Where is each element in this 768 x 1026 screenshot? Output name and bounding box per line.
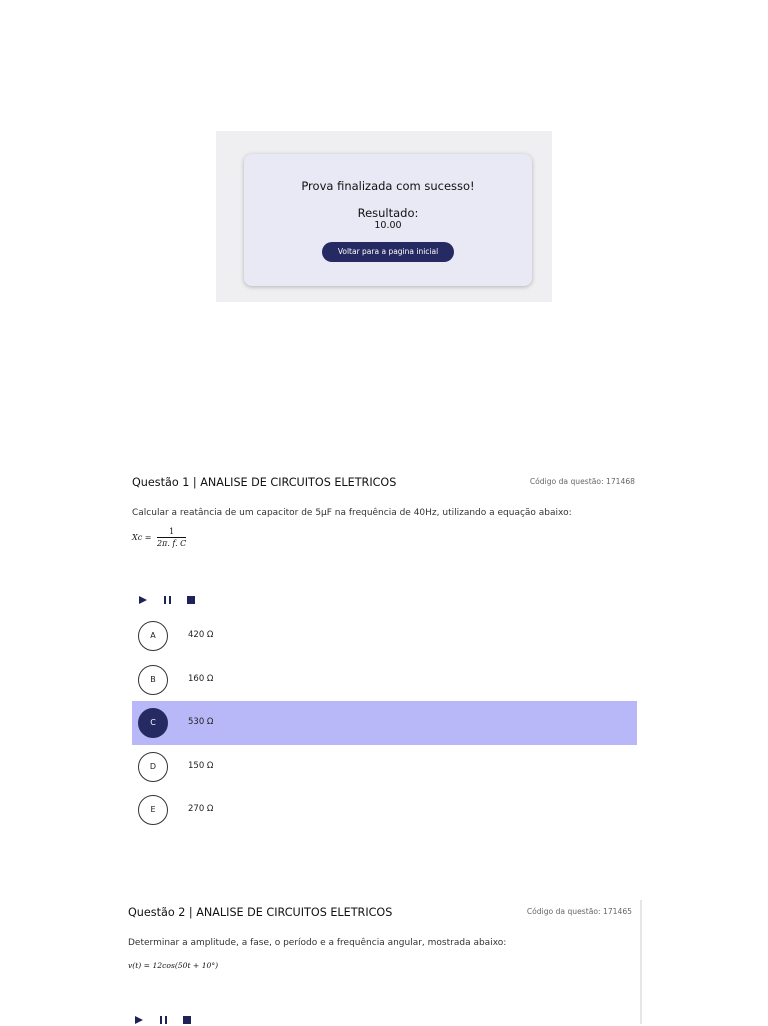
stop-icon[interactable]: [181, 1014, 193, 1026]
option-letter: D: [138, 751, 168, 782]
play-icon[interactable]: [133, 1014, 145, 1026]
option-e[interactable]: E 270 Ω: [132, 788, 637, 832]
option-letter: E: [138, 795, 168, 825]
option-letter: A: [138, 621, 168, 651]
option-text: 160 Ω: [188, 673, 214, 684]
answer-options: A 420 Ω B 160 Ω C 530 Ω D 150 Ω E 270 Ω: [132, 614, 637, 832]
option-letter: C: [138, 708, 168, 738]
question-statement: Determinar a amplitude, a fase, o períod…: [128, 938, 507, 948]
option-text: 530 Ω: [188, 717, 214, 727]
question-1: Questão 1 | ANALISE DE CIRCUITOS ELETRIC…: [132, 470, 637, 830]
stop-icon[interactable]: [185, 594, 197, 606]
result-value: 10.00: [374, 220, 402, 231]
question-2: Questão 2 | ANALISE DE CIRCUITOS ELETRIC…: [128, 900, 642, 1024]
back-to-home-button[interactable]: Voltar para a pagina inicial: [322, 242, 454, 262]
formula-numerator: 1: [156, 527, 187, 538]
result-panel: Prova finalizada com sucesso! Resultado:…: [216, 131, 552, 302]
option-text: 420 Ω: [188, 630, 214, 640]
question-code: Código da questão: 171465: [526, 907, 632, 916]
formula-denominator: 2π. f. C: [156, 539, 187, 548]
reactance-formula: Xc = 1 2π. f. C: [132, 527, 187, 548]
option-text: 150 Ω: [188, 760, 214, 771]
question-statement: Calcular a reatância de um capacitor de …: [132, 508, 572, 518]
pause-icon[interactable]: [157, 1014, 169, 1026]
voltage-formula: v(t) = 12cos(50t + 10°): [128, 961, 219, 970]
result-card: Prova finalizada com sucesso! Resultado:…: [244, 154, 532, 286]
result-label: Resultado:: [357, 206, 419, 220]
play-icon[interactable]: [137, 594, 149, 606]
option-letter: B: [138, 664, 168, 695]
question-title: Questão 2 | ANALISE DE CIRCUITOS ELETRIC…: [128, 906, 393, 919]
option-text: 270 Ω: [188, 804, 214, 814]
option-d[interactable]: D 150 Ω: [132, 745, 637, 789]
option-a[interactable]: A 420 Ω: [132, 614, 637, 658]
audio-controls: [137, 594, 197, 606]
pause-icon[interactable]: [161, 594, 173, 606]
option-c[interactable]: C 530 Ω: [132, 701, 637, 745]
formula-lhs: Xc =: [132, 533, 152, 542]
question-code: Código da questão: 171468: [529, 477, 635, 486]
option-b[interactable]: B 160 Ω: [132, 658, 637, 702]
audio-controls: [133, 1014, 193, 1026]
success-message: Prova finalizada com sucesso!: [301, 179, 475, 193]
formula-fraction: 1 2π. f. C: [156, 527, 187, 548]
question-title: Questão 1 | ANALISE DE CIRCUITOS ELETRIC…: [132, 476, 397, 489]
